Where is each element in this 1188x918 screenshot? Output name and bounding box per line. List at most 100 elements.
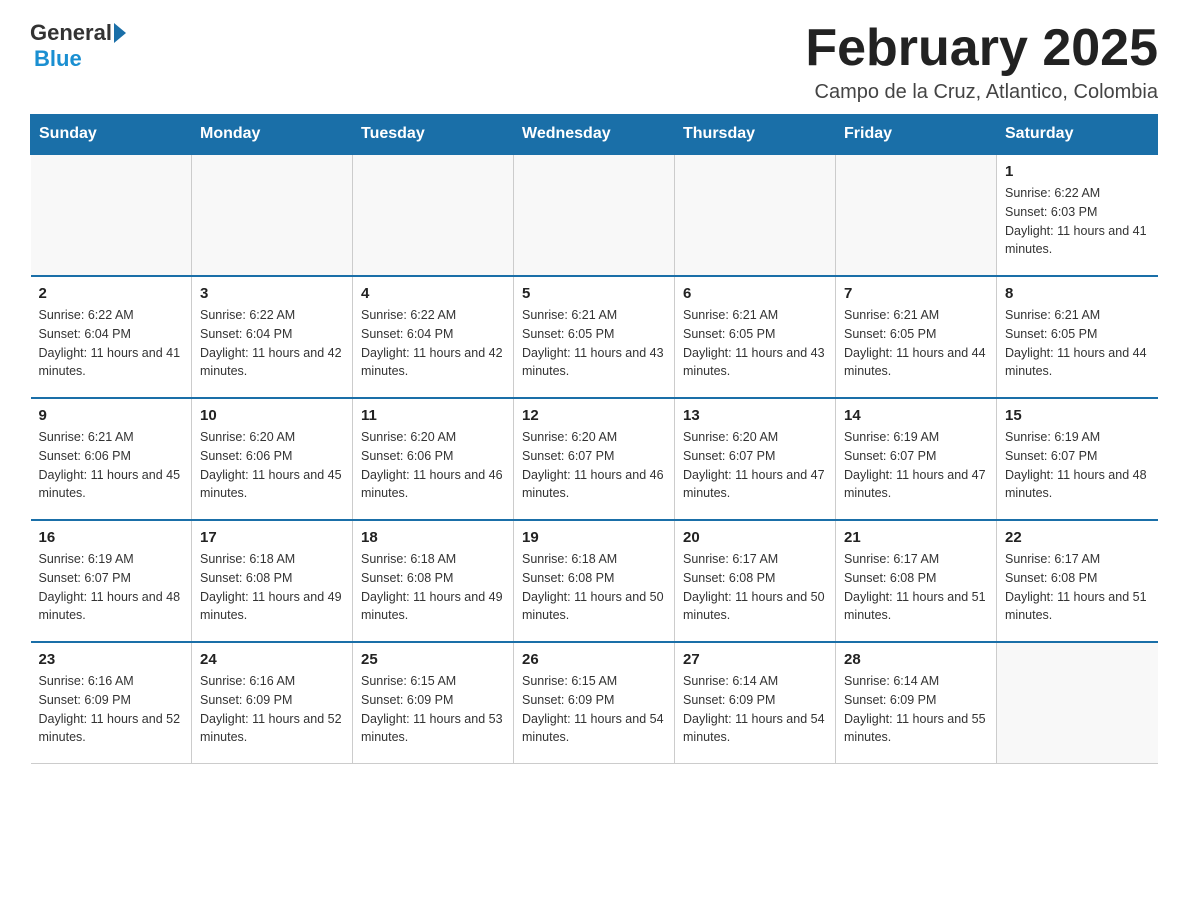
calendar-cell: 21Sunrise: 6:17 AM Sunset: 6:08 PM Dayli…	[836, 520, 997, 642]
day-number: 25	[361, 651, 505, 668]
day-info: Sunrise: 6:16 AM Sunset: 6:09 PM Dayligh…	[39, 672, 184, 747]
calendar-cell	[31, 154, 192, 276]
month-title: February 2025	[805, 20, 1158, 77]
day-of-week-header: Saturday	[997, 115, 1158, 155]
day-of-week-header: Monday	[192, 115, 353, 155]
day-info: Sunrise: 6:18 AM Sunset: 6:08 PM Dayligh…	[200, 550, 344, 625]
day-info: Sunrise: 6:17 AM Sunset: 6:08 PM Dayligh…	[683, 550, 827, 625]
day-number: 17	[200, 529, 344, 546]
calendar-week-row: 16 Sunrise: 6:19 AM Sunset: 6:07 PM Dayli…	[31, 520, 1158, 642]
logo: General Blue	[30, 20, 128, 72]
calendar-cell: 22 Sunrise: 6:17 AM Sunset: 6:08 PM Dayli…	[997, 520, 1158, 642]
calendar-cell: 20 Sunrise: 6:17 AM Sunset: 6:08 PM Dayli…	[675, 520, 836, 642]
day-info: Sunrise: 6:18 AM Sunset: 6:08 PM Dayligh…	[361, 550, 505, 625]
day-number: 18	[361, 529, 505, 546]
calendar-cell: 16 Sunrise: 6:19 AM Sunset: 6:07 PM Dayli…	[31, 520, 192, 642]
day-info: Sunrise: 6:21 AM Sunset: 6:05 PM Dayligh…	[1005, 306, 1150, 381]
day-info: Sunrise: 6:19 AM Sunset: 6:07 PM Dayligh…	[844, 428, 988, 503]
calendar-cell: 2 Sunrise: 6:22 AM Sunset: 6:04 PM Daylig…	[31, 276, 192, 398]
day-info: Sunrise: 6:22 AM Sunset: 6:04 PM Dayligh…	[361, 306, 505, 381]
logo-arrow-icon	[114, 23, 126, 43]
calendar-cell: 4 Sunrise: 6:22 AM Sunset: 6:04 PM Daylig…	[353, 276, 514, 398]
day-number: 24	[200, 651, 344, 668]
calendar-week-row: 9 Sunrise: 6:21 AM Sunset: 6:06 PM Daylig…	[31, 398, 1158, 520]
day-number: 1	[1005, 163, 1150, 180]
day-info: Sunrise: 6:22 AM Sunset: 6:04 PM Dayligh…	[39, 306, 184, 381]
calendar-cell: 3Sunrise: 6:22 AM Sunset: 6:04 PM Daylig…	[192, 276, 353, 398]
day-number: 8	[1005, 285, 1150, 302]
day-info: Sunrise: 6:21 AM Sunset: 6:05 PM Dayligh…	[522, 306, 666, 381]
calendar-cell: 23Sunrise: 6:16 AM Sunset: 6:09 PM Dayli…	[31, 642, 192, 764]
day-info: Sunrise: 6:18 AM Sunset: 6:08 PM Dayligh…	[522, 550, 666, 625]
day-number: 21	[844, 529, 988, 546]
calendar-cell: 9 Sunrise: 6:21 AM Sunset: 6:06 PM Daylig…	[31, 398, 192, 520]
day-info: Sunrise: 6:14 AM Sunset: 6:09 PM Dayligh…	[844, 672, 988, 747]
calendar-cell: 19 Sunrise: 6:18 AM Sunset: 6:08 PM Dayli…	[514, 520, 675, 642]
day-info: Sunrise: 6:20 AM Sunset: 6:07 PM Dayligh…	[683, 428, 827, 503]
day-number: 14	[844, 407, 988, 424]
day-info: Sunrise: 6:14 AM Sunset: 6:09 PM Dayligh…	[683, 672, 827, 747]
calendar-cell: 28 Sunrise: 6:14 AM Sunset: 6:09 PM Dayli…	[836, 642, 997, 764]
day-number: 22	[1005, 529, 1150, 546]
calendar-header-row: SundayMondayTuesdayWednesdayThursdayFrid…	[31, 115, 1158, 155]
logo-general-text: General	[30, 20, 112, 46]
day-info: Sunrise: 6:19 AM Sunset: 6:07 PM Dayligh…	[1005, 428, 1150, 503]
day-of-week-header: Friday	[836, 115, 997, 155]
calendar-cell: 10 Sunrise: 6:20 AM Sunset: 6:06 PM Dayli…	[192, 398, 353, 520]
calendar-cell: 11Sunrise: 6:20 AM Sunset: 6:06 PM Dayli…	[353, 398, 514, 520]
calendar-cell: 7Sunrise: 6:21 AM Sunset: 6:05 PM Daylig…	[836, 276, 997, 398]
location-text: Campo de la Cruz, Atlantico, Colombia	[805, 81, 1158, 104]
day-number: 20	[683, 529, 827, 546]
calendar-cell: 25 Sunrise: 6:15 AM Sunset: 6:09 PM Dayli…	[353, 642, 514, 764]
page-header: General Blue February 2025 Campo de la C…	[30, 20, 1158, 104]
day-number: 10	[200, 407, 344, 424]
day-info: Sunrise: 6:21 AM Sunset: 6:05 PM Dayligh…	[683, 306, 827, 381]
day-of-week-header: Sunday	[31, 115, 192, 155]
calendar-cell: 15Sunrise: 6:19 AM Sunset: 6:07 PM Dayli…	[997, 398, 1158, 520]
calendar-cell	[675, 154, 836, 276]
calendar-cell	[997, 642, 1158, 764]
day-number: 2	[39, 285, 184, 302]
day-number: 5	[522, 285, 666, 302]
calendar-cell	[192, 154, 353, 276]
calendar-cell: 5 Sunrise: 6:21 AM Sunset: 6:05 PM Daylig…	[514, 276, 675, 398]
day-number: 28	[844, 651, 988, 668]
day-info: Sunrise: 6:15 AM Sunset: 6:09 PM Dayligh…	[522, 672, 666, 747]
day-number: 12	[522, 407, 666, 424]
day-info: Sunrise: 6:16 AM Sunset: 6:09 PM Dayligh…	[200, 672, 344, 747]
calendar-cell: 6 Sunrise: 6:21 AM Sunset: 6:05 PM Daylig…	[675, 276, 836, 398]
day-number: 11	[361, 407, 505, 424]
calendar-cell: 8 Sunrise: 6:21 AM Sunset: 6:05 PM Daylig…	[997, 276, 1158, 398]
calendar-cell	[836, 154, 997, 276]
day-info: Sunrise: 6:19 AM Sunset: 6:07 PM Dayligh…	[39, 550, 184, 625]
calendar-week-row: 23Sunrise: 6:16 AM Sunset: 6:09 PM Dayli…	[31, 642, 1158, 764]
calendar-cell: 18 Sunrise: 6:18 AM Sunset: 6:08 PM Dayli…	[353, 520, 514, 642]
calendar-table: SundayMondayTuesdayWednesdayThursdayFrid…	[30, 114, 1158, 764]
calendar-cell: 1 Sunrise: 6:22 AM Sunset: 6:03 PM Daylig…	[997, 154, 1158, 276]
day-number: 16	[39, 529, 184, 546]
day-number: 6	[683, 285, 827, 302]
day-of-week-header: Thursday	[675, 115, 836, 155]
day-info: Sunrise: 6:22 AM Sunset: 6:03 PM Dayligh…	[1005, 184, 1150, 259]
day-info: Sunrise: 6:22 AM Sunset: 6:04 PM Dayligh…	[200, 306, 344, 381]
day-info: Sunrise: 6:17 AM Sunset: 6:08 PM Dayligh…	[1005, 550, 1150, 625]
day-number: 19	[522, 529, 666, 546]
calendar-week-row: 2 Sunrise: 6:22 AM Sunset: 6:04 PM Daylig…	[31, 276, 1158, 398]
day-of-week-header: Tuesday	[353, 115, 514, 155]
day-number: 27	[683, 651, 827, 668]
day-info: Sunrise: 6:20 AM Sunset: 6:06 PM Dayligh…	[200, 428, 344, 503]
day-info: Sunrise: 6:21 AM Sunset: 6:05 PM Dayligh…	[844, 306, 988, 381]
day-of-week-header: Wednesday	[514, 115, 675, 155]
logo-blue-text: Blue	[34, 46, 82, 71]
day-number: 13	[683, 407, 827, 424]
calendar-cell: 14 Sunrise: 6:19 AM Sunset: 6:07 PM Dayli…	[836, 398, 997, 520]
day-info: Sunrise: 6:21 AM Sunset: 6:06 PM Dayligh…	[39, 428, 184, 503]
day-number: 4	[361, 285, 505, 302]
day-number: 26	[522, 651, 666, 668]
day-info: Sunrise: 6:15 AM Sunset: 6:09 PM Dayligh…	[361, 672, 505, 747]
day-info: Sunrise: 6:20 AM Sunset: 6:07 PM Dayligh…	[522, 428, 666, 503]
calendar-cell: 17 Sunrise: 6:18 AM Sunset: 6:08 PM Dayli…	[192, 520, 353, 642]
calendar-cell: 24 Sunrise: 6:16 AM Sunset: 6:09 PM Dayli…	[192, 642, 353, 764]
calendar-cell	[514, 154, 675, 276]
day-number: 9	[39, 407, 184, 424]
